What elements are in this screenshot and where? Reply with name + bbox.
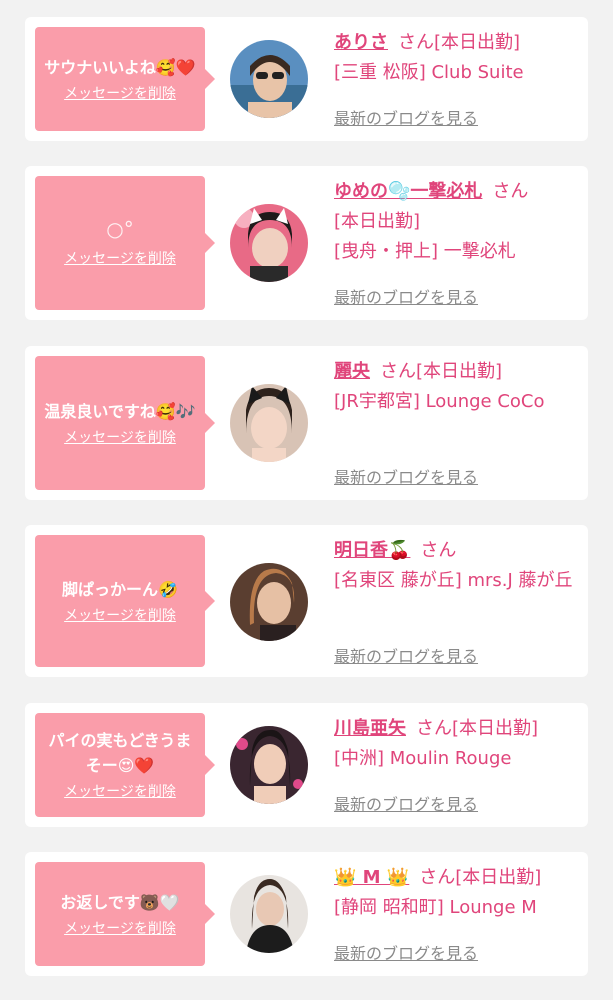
profile-name-link[interactable]: 麗央 <box>334 361 370 382</box>
avatar[interactable] <box>230 563 308 641</box>
avatar[interactable] <box>230 875 308 953</box>
profile-info: ゆめの🫧一撃必札 さん [本日出勤] [曳舟・押上] 一撃必札 最新のブログを見る <box>334 177 580 320</box>
message-bubble: 温泉良いですね🥰🎶 メッセージを削除 <box>35 356 215 490</box>
honorific-label: さん <box>416 718 452 739</box>
profile-name-link[interactable]: ありさ <box>334 32 388 53</box>
message-card: ○° メッセージを削除 ゆめの🫧一撃必札 さん [本日出勤] [曳舟・押上] 一撃… <box>25 166 588 320</box>
message-text: 温泉良いですね🥰🎶 <box>44 401 196 421</box>
delete-message-link[interactable]: メッセージを削除 <box>64 428 176 448</box>
message-list: サウナいいよね🥰❤️ メッセージを削除 ありさ さん[本日出勤] [三重 松阪] … <box>0 0 613 1000</box>
message-card: 脚ぱっかーん🤣 メッセージを削除 明日香🍒 さん [名東区 藤が丘] mrs.J … <box>25 525 588 677</box>
profile-info: 明日香🍒 さん [名東区 藤が丘] mrs.J 藤が丘 最新のブログを見る <box>334 536 580 677</box>
honorific-label: さん <box>420 540 457 561</box>
store-label: [JR宇都宮] Lounge CoCo <box>334 391 545 412</box>
profile-info: 👑 M 👑 さん[本日出勤] [静岡 昭和町] Lounge M 最新のブログを見… <box>334 863 580 976</box>
message-text: パイの実もどきうまそー😍❤️ <box>48 731 192 775</box>
delete-message-link[interactable]: メッセージを削除 <box>64 84 176 104</box>
profile-name-link[interactable]: 👑 M 👑 <box>334 867 409 888</box>
attendance-status: [本日出勤] <box>455 867 542 888</box>
profile-name-link[interactable]: 川島亜矢 <box>334 718 406 739</box>
store-label: [曳舟・押上] 一撃必札 <box>334 241 516 262</box>
bubbles-icon: ○° <box>106 217 134 241</box>
store-label: [三重 松阪] Club Suite <box>334 62 524 83</box>
profile-info: 川島亜矢 さん[本日出勤] [中洲] Moulin Rouge 最新のブログを見る <box>334 714 580 827</box>
honorific-label: さん <box>398 32 434 53</box>
message-card: サウナいいよね🥰❤️ メッセージを削除 ありさ さん[本日出勤] [三重 松阪] … <box>25 17 588 141</box>
message-card: パイの実もどきうまそー😍❤️ メッセージを削除 川島亜矢 さん[本日出勤] [中洲… <box>25 703 588 827</box>
attendance-status: [本日出勤] <box>452 718 539 739</box>
avatar[interactable] <box>230 384 308 462</box>
attendance-status: [本日出勤] <box>334 211 421 232</box>
avatar[interactable] <box>230 40 308 118</box>
latest-blog-link[interactable]: 最新のブログを見る <box>334 463 478 493</box>
delete-message-link[interactable]: メッセージを削除 <box>64 919 176 939</box>
message-bubble: ○° メッセージを削除 <box>35 176 215 310</box>
profile-name-link[interactable]: 明日香🍒 <box>334 540 410 561</box>
profile-info: ありさ さん[本日出勤] [三重 松阪] Club Suite 最新のブログを見る <box>334 28 580 141</box>
delete-message-link[interactable]: メッセージを削除 <box>64 782 176 802</box>
latest-blog-link[interactable]: 最新のブログを見る <box>334 104 478 134</box>
attendance-status: [本日出勤] <box>416 361 503 382</box>
attendance-status: [本日出勤] <box>434 32 521 53</box>
latest-blog-link[interactable]: 最新のブログを見る <box>334 939 478 969</box>
latest-blog-link[interactable]: 最新のブログを見る <box>334 642 478 672</box>
profile-name-link[interactable]: ゆめの🫧一撃必札 <box>334 181 482 202</box>
delete-message-link[interactable]: メッセージを削除 <box>64 249 176 269</box>
message-bubble: パイの実もどきうまそー😍❤️ メッセージを削除 <box>35 713 215 817</box>
message-bubble: サウナいいよね🥰❤️ メッセージを削除 <box>35 27 215 131</box>
avatar[interactable] <box>230 204 308 282</box>
message-bubble: 脚ぱっかーん🤣 メッセージを削除 <box>35 535 215 667</box>
latest-blog-link[interactable]: 最新のブログを見る <box>334 283 478 313</box>
avatar[interactable] <box>230 726 308 804</box>
store-label: [静岡 昭和町] Lounge M <box>334 897 537 918</box>
message-text: サウナいいよね🥰❤️ <box>44 57 196 77</box>
store-label: [中洲] Moulin Rouge <box>334 748 512 769</box>
message-card: お返しです🐻🤍 メッセージを削除 👑 M 👑 さん[本日出勤] [静岡 昭和町] … <box>25 852 588 976</box>
profile-info: 麗央 さん[本日出勤] [JR宇都宮] Lounge CoCo 最新のブログを見る <box>334 357 580 500</box>
latest-blog-link[interactable]: 最新のブログを見る <box>334 790 478 820</box>
delete-message-link[interactable]: メッセージを削除 <box>64 606 176 626</box>
store-label: [名東区 藤が丘] mrs.J 藤が丘 <box>334 570 573 591</box>
honorific-label: さん <box>380 361 416 382</box>
message-text: お返しです🐻🤍 <box>60 892 180 912</box>
message-card: 温泉良いですね🥰🎶 メッセージを削除 麗央 さん[本日出勤] [JR宇都宮] Lo… <box>25 346 588 500</box>
honorific-label: さん <box>492 181 529 202</box>
message-bubble: お返しです🐻🤍 メッセージを削除 <box>35 862 215 966</box>
honorific-label: さん <box>419 867 456 888</box>
message-text: 脚ぱっかーん🤣 <box>62 579 178 599</box>
